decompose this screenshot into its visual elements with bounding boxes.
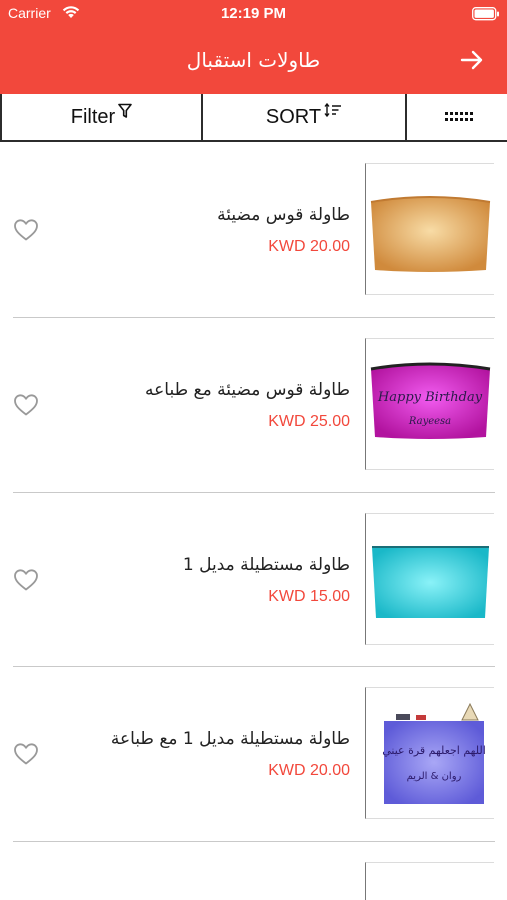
print-text: Happy Birthday xyxy=(377,390,483,405)
page-title: طاولات استقبال xyxy=(186,48,321,72)
back-arrow-icon[interactable] xyxy=(458,46,486,74)
status-time: 12:19 PM xyxy=(220,5,287,22)
sort-label: SORT xyxy=(265,105,322,128)
battery-icon xyxy=(472,7,499,21)
product-image: Happy Birthday Rayeesa xyxy=(365,338,494,470)
print-name: روان & الريم xyxy=(407,771,462,782)
favorite-heart-icon[interactable] xyxy=(13,742,39,766)
filter-icon xyxy=(118,103,133,118)
product-image xyxy=(365,163,494,295)
grid-view-icon xyxy=(444,112,473,121)
print-name: Rayeesa xyxy=(408,416,451,427)
product-image xyxy=(365,862,494,900)
view-toggle-button[interactable] xyxy=(407,94,507,140)
print-text: اللهم اجعلهم قرة عيني xyxy=(382,744,486,757)
filter-button[interactable]: Filter xyxy=(0,94,203,140)
product-price: KWD 25.00 xyxy=(268,413,350,430)
app-header: Carrier 12:19 PM طاولات استقبال xyxy=(0,0,507,94)
product-price: KWD 20.00 xyxy=(268,238,350,255)
product-image: اللهم اجعلهم قرة عيني روان & الريم xyxy=(365,687,494,819)
product-image xyxy=(365,513,494,645)
product-price: KWD 15.00 xyxy=(268,588,350,605)
filter-sort-toolbar: Filter SORT xyxy=(0,94,507,142)
sort-button[interactable]: SORT xyxy=(203,94,407,140)
filter-label: Filter xyxy=(70,105,116,128)
product-name: طاولة قوس مضيئة xyxy=(217,205,350,225)
product-item[interactable] xyxy=(0,842,507,900)
sort-icon xyxy=(324,103,342,118)
product-item[interactable]: طاولة مستطيلة مديل 1 KWD 15.00 xyxy=(0,493,507,668)
product-name: طاولة مستطيلة مديل 1 xyxy=(182,555,350,575)
product-name: طاولة مستطيلة مديل 1 مع طباعة xyxy=(110,729,350,749)
product-item[interactable]: Happy Birthday Rayeesa طاولة قوس مضيئة م… xyxy=(0,318,507,493)
product-item[interactable]: طاولة قوس مضيئة KWD 20.00 xyxy=(0,143,507,318)
product-name: طاولة قوس مضيئة مع طباعه xyxy=(145,380,350,400)
status-bar: Carrier 12:19 PM xyxy=(0,0,507,28)
favorite-heart-icon[interactable] xyxy=(13,393,39,417)
product-item[interactable]: اللهم اجعلهم قرة عيني روان & الريم طاولة… xyxy=(0,667,507,842)
favorite-heart-icon[interactable] xyxy=(13,568,39,592)
favorite-heart-icon[interactable] xyxy=(13,218,39,242)
product-price: KWD 20.00 xyxy=(268,762,350,779)
